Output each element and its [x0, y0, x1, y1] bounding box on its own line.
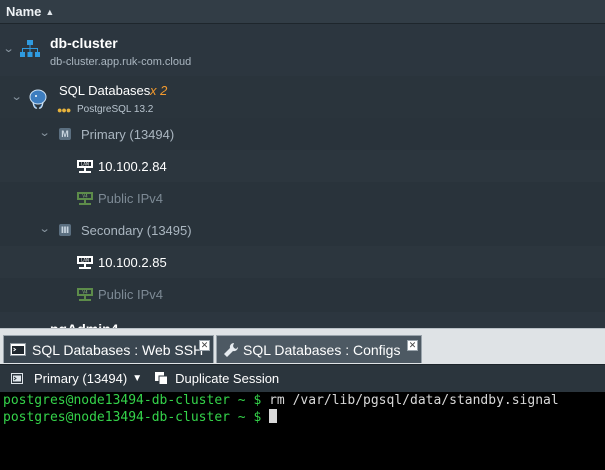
node-row-secondary[interactable]: ⌄ Ⅲ Secondary (13495) — [0, 214, 605, 246]
tab-label: SQL Databases : Configs — [243, 341, 401, 358]
chevron-down-icon[interactable]: ⌄ — [11, 90, 23, 103]
environment-tree: Name ▲ ⌄ db-cluster db-cluster.app.ruk-c… — [0, 0, 605, 328]
postgresql-icon — [29, 89, 47, 109]
terminal-line: postgres@node13494-db-cluster ~ $ rm /va… — [3, 393, 602, 409]
stack-version: PostgreSQL 13.2 — [77, 104, 154, 115]
chevron-down-icon[interactable]: ⌄ — [39, 126, 51, 139]
ssh-toolbar: Primary (13494) ▼ Duplicate Session — [0, 364, 605, 392]
status-dots-icon: ●●● — [57, 105, 71, 115]
duplicate-session-icon — [155, 372, 169, 385]
terminal-cursor — [269, 409, 278, 423]
chevron-down-icon[interactable]: ⌄ — [39, 222, 51, 235]
private-ip-row[interactable]: LAN 10.100.2.85 — [0, 246, 605, 278]
lan-icon: LAN — [77, 256, 93, 269]
svg-text:LAN: LAN — [81, 258, 89, 263]
public-ip-label[interactable]: Public IPv4 — [98, 287, 163, 302]
environment-topology-icon — [20, 40, 40, 57]
public-ip-label[interactable]: Public IPv4 — [98, 191, 163, 206]
web-ssh-terminal[interactable]: postgres@node13494-db-cluster ~ $ rm /va… — [0, 392, 605, 470]
private-ip-row[interactable]: LAN 10.100.2.84 — [0, 150, 605, 182]
tab-web-ssh[interactable]: SQL Databases : Web SSH ✕ — [3, 335, 214, 363]
node-group-name[interactable]: SQL Databases — [59, 83, 150, 98]
terminal-prompt: postgres@node13494-db-cluster ~ $ — [3, 393, 262, 408]
terminal-icon — [10, 343, 26, 356]
environment-domain[interactable]: db-cluster.app.ruk-com.cloud — [50, 56, 191, 68]
node-select[interactable]: Primary (13494) — [34, 371, 127, 386]
slave-node-icon: Ⅲ — [59, 224, 71, 236]
ipv4-icon: V4 — [77, 192, 93, 205]
name-column-header[interactable]: Name ▲ — [0, 0, 605, 24]
node-select-icon — [11, 373, 23, 384]
node-group-row[interactable]: ⌄ SQL Databases x 2 ●●● PostgreSQL 13.2 — [0, 76, 605, 118]
tab-label: SQL Databases : Web SSH — [32, 341, 204, 358]
close-icon[interactable]: ✕ — [199, 340, 210, 351]
svg-text:V4: V4 — [82, 194, 88, 199]
tab-configs[interactable]: SQL Databases : Configs ✕ — [216, 335, 422, 363]
terminal-command: rm /var/lib/pgsql/data/standby.signal — [261, 393, 559, 408]
public-ip-row[interactable]: V4 Public IPv4 — [0, 182, 605, 214]
dropdown-arrow-icon[interactable]: ▼ — [132, 373, 142, 384]
private-ip[interactable]: 10.100.2.85 — [98, 255, 167, 270]
sort-ascending-icon[interactable]: ▲ — [45, 7, 54, 17]
environment-row[interactable]: ⌄ db-cluster db-cluster.app.ruk-com.clou… — [0, 24, 605, 76]
private-ip[interactable]: 10.100.2.84 — [98, 159, 167, 174]
duplicate-session-button[interactable]: Duplicate Session — [175, 371, 279, 386]
svg-text:LAN: LAN — [81, 162, 89, 167]
terminal-prompt: postgres@node13494-db-cluster ~ $ — [3, 410, 262, 425]
ipv4-icon: V4 — [77, 288, 93, 301]
wrench-icon — [224, 342, 239, 357]
lan-icon: LAN — [77, 160, 93, 173]
svg-text:V4: V4 — [82, 290, 88, 295]
master-node-icon: M — [59, 128, 71, 140]
close-icon[interactable]: ✕ — [407, 340, 418, 351]
name-column-label: Name — [6, 4, 42, 19]
node-count: x 2 — [150, 83, 168, 98]
terminal-command — [261, 410, 269, 425]
environment-name[interactable]: db-cluster — [50, 35, 118, 51]
node-role[interactable]: Secondary (13495) — [81, 223, 192, 238]
next-environment-row[interactable]: pgAdmin4 — [0, 312, 605, 328]
chevron-down-icon[interactable]: ⌄ — [3, 42, 15, 55]
node-role[interactable]: Primary (13494) — [81, 127, 174, 142]
public-ip-row[interactable]: V4 Public IPv4 — [0, 278, 605, 310]
node-row-primary[interactable]: ⌄ M Primary (13494) — [0, 118, 605, 150]
terminal-line: postgres@node13494-db-cluster ~ $ — [3, 409, 602, 425]
bottom-panel-tabs: SQL Databases : Web SSH ✕ SQL Databases … — [0, 328, 605, 364]
next-environment-name[interactable]: pgAdmin4 — [50, 321, 118, 328]
